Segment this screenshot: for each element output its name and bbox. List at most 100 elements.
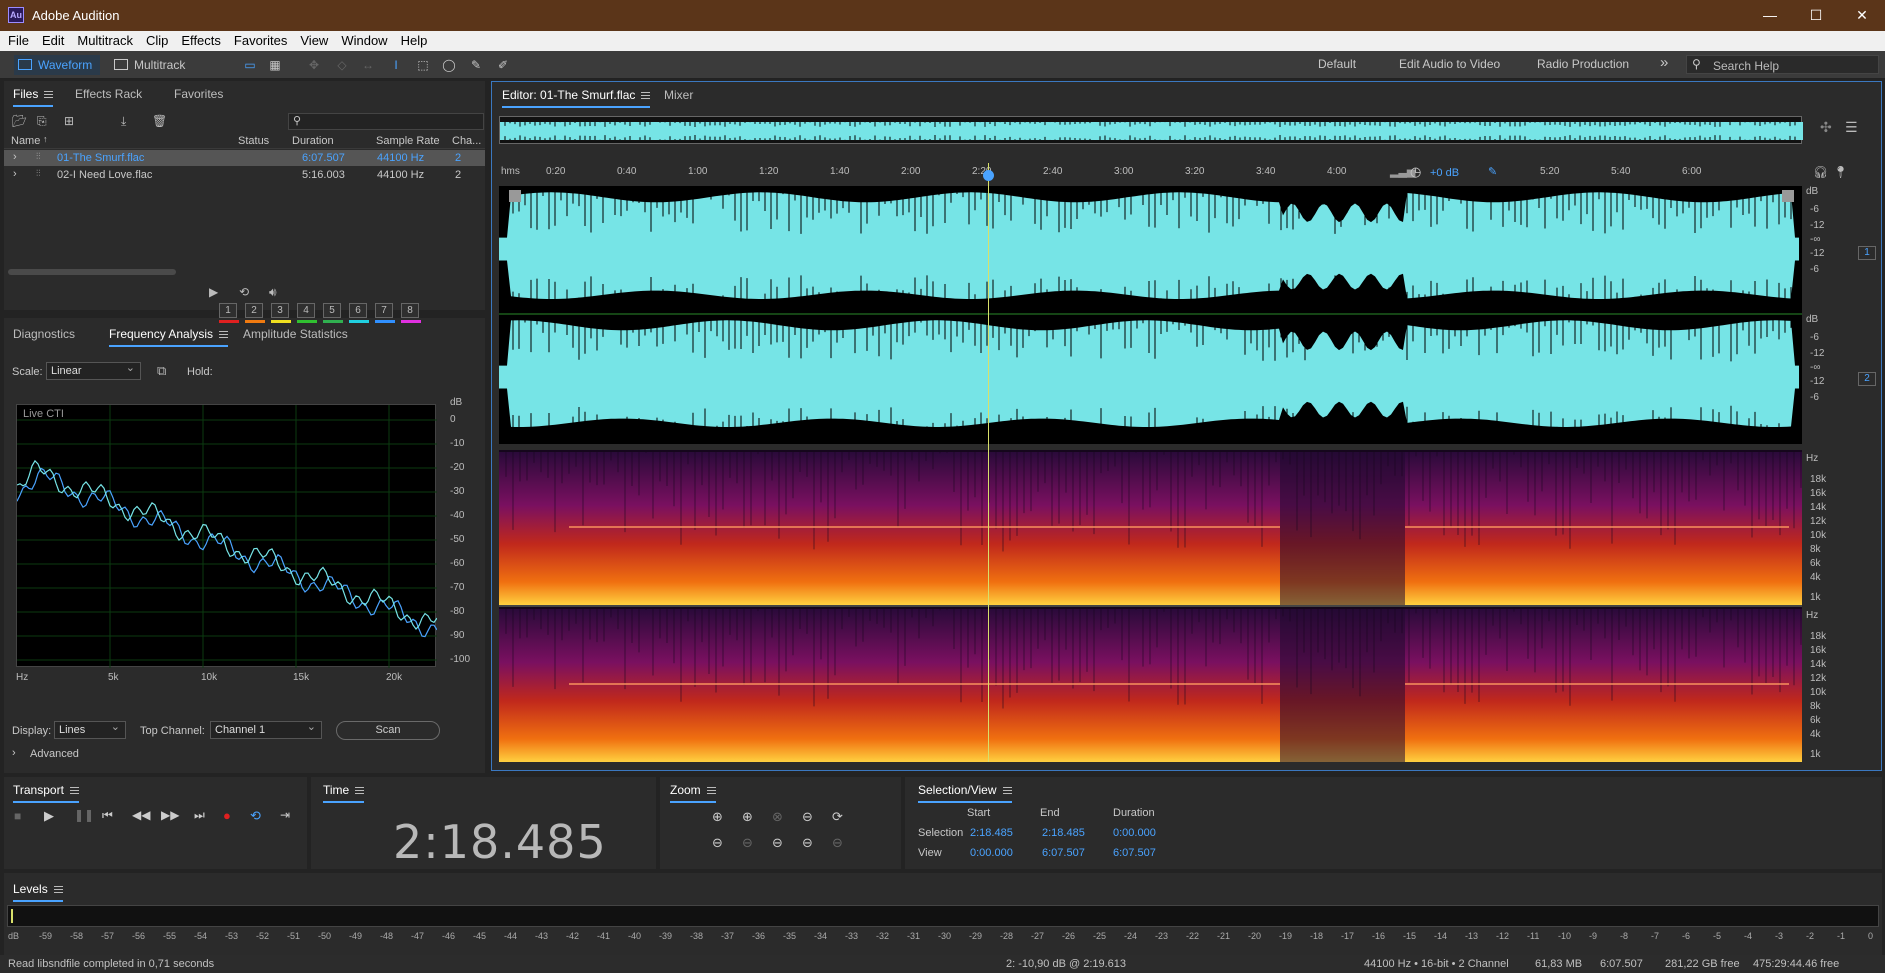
- workspace-default[interactable]: Default: [1318, 57, 1356, 71]
- tab-mixer[interactable]: Mixer: [664, 88, 693, 102]
- loop-icon[interactable]: ⟲: [250, 808, 261, 824]
- spot-healing-tool-icon[interactable]: ✐: [494, 56, 512, 74]
- record-icon[interactable]: ●: [223, 808, 231, 823]
- waveform-view-button[interactable]: Waveform: [14, 55, 100, 75]
- zoom-reset-icon[interactable]: ⟳: [832, 809, 843, 825]
- zoom-out-amplitude-icon[interactable]: ⊖: [712, 835, 723, 851]
- zoom-navigator-icon[interactable]: ✣: [1820, 119, 1832, 136]
- pause-icon[interactable]: ❚❚: [74, 808, 94, 822]
- advanced-expand-icon[interactable]: ›: [12, 747, 16, 759]
- selection-start[interactable]: 2:18.485: [970, 827, 1013, 839]
- zoom-full-icon[interactable]: ⊗: [772, 809, 783, 825]
- close-button[interactable]: ✕: [1839, 4, 1885, 26]
- tab-favorites[interactable]: Favorites: [174, 87, 223, 101]
- fast-forward-icon[interactable]: ▶▶: [161, 808, 179, 822]
- menu-help[interactable]: Help: [393, 31, 433, 48]
- close-file-icon[interactable]: 🗑︎: [152, 114, 167, 128]
- time-ruler[interactable]: hms 0:20 0:40 1:00 1:20 1:40 2:00 2:20 2:40 3:00…: [499, 163, 1802, 183]
- channel-2-toggle[interactable]: 2: [1858, 372, 1876, 386]
- display-select[interactable]: Lines: [54, 720, 126, 739]
- open-file-icon[interactable]: 📂︎: [12, 114, 27, 128]
- multitrack-view-button[interactable]: Multitrack: [110, 55, 185, 75]
- scan-button[interactable]: Scan: [336, 721, 440, 740]
- menu-file[interactable]: File: [0, 31, 34, 48]
- table-row[interactable]: › ⫶⫶ 02-I Need Love.flac 5:16.003 44100 …: [4, 167, 485, 183]
- col-sample-rate[interactable]: Sample Rate: [376, 135, 440, 147]
- spectral-display[interactable]: [499, 450, 1802, 762]
- menu-window[interactable]: Window: [333, 31, 392, 48]
- skip-selection-icon[interactable]: ⇥: [280, 808, 290, 822]
- expand-icon[interactable]: ›: [13, 168, 17, 180]
- hold-button-1[interactable]: 1: [219, 303, 237, 318]
- menu-clip[interactable]: Clip: [138, 31, 173, 48]
- zoom-right-edge-icon[interactable]: ⊖: [802, 835, 813, 851]
- workspace-edit-audio-to-video[interactable]: Edit Audio to Video: [1399, 57, 1500, 71]
- hold-button-7[interactable]: 7: [375, 303, 393, 318]
- menu-view[interactable]: View: [292, 31, 333, 48]
- fade-out-handle-icon[interactable]: [1782, 190, 1794, 202]
- slip-tool-icon[interactable]: ↔: [359, 56, 377, 74]
- col-duration[interactable]: Duration: [292, 135, 334, 147]
- playhead[interactable]: [988, 163, 989, 762]
- overview-navigator[interactable]: [499, 116, 1803, 144]
- volume-value[interactable]: +0 dB: [1430, 167, 1459, 179]
- tab-files[interactable]: Files: [13, 87, 54, 107]
- hold-button-3[interactable]: 3: [271, 303, 289, 318]
- volume-knob-icon[interactable]: ◷: [1410, 164, 1421, 180]
- headphones-icon[interactable]: 🎧︎: [1813, 165, 1828, 179]
- files-horizontal-scrollbar[interactable]: [8, 269, 176, 275]
- top-channel-select[interactable]: Channel 1: [210, 720, 322, 739]
- minimize-button[interactable]: —: [1747, 4, 1793, 26]
- brush-tool-icon[interactable]: ✎: [467, 56, 485, 74]
- workspace-radio-production[interactable]: Radio Production: [1537, 57, 1629, 71]
- view-options-icon[interactable]: ☰: [1845, 119, 1858, 136]
- zoom-in-time-icon[interactable]: ⊕: [742, 809, 753, 825]
- search-help-input[interactable]: ⚲ Search Help: [1686, 55, 1879, 74]
- tab-diagnostics[interactable]: Diagnostics: [13, 327, 75, 341]
- expand-icon[interactable]: ›: [13, 151, 17, 163]
- selection-end[interactable]: 2:18.485: [1042, 827, 1085, 839]
- tab-effects-rack[interactable]: Effects Rack: [75, 87, 142, 101]
- col-status[interactable]: Status: [238, 135, 269, 147]
- preview-volume-icon[interactable]: 🔊︎: [269, 285, 277, 300]
- razor-tool-icon[interactable]: ◇: [333, 56, 351, 74]
- pin-marker-icon[interactable]: 📍︎: [1833, 165, 1848, 179]
- lasso-tool-icon[interactable]: ◯: [440, 56, 458, 74]
- volume-hud[interactable]: ▂▃▅ ◷ +0 dB ✎: [1390, 163, 1500, 183]
- play-icon[interactable]: ▶: [44, 808, 54, 824]
- hold-button-6[interactable]: 6: [349, 303, 367, 318]
- next-icon[interactable]: ⏭︎: [194, 808, 205, 823]
- pin-icon[interactable]: ✎: [1488, 165, 1497, 178]
- hold-button-8[interactable]: 8: [401, 303, 419, 318]
- playhead-handle-icon[interactable]: [983, 170, 994, 181]
- marquee-tool-icon[interactable]: ⬚: [414, 56, 432, 74]
- menu-favorites[interactable]: Favorites: [226, 31, 292, 48]
- col-channels[interactable]: Cha...: [452, 135, 481, 147]
- zoom-out-full-icon[interactable]: ⊖: [832, 835, 843, 851]
- zoom-out-time-icon[interactable]: ⊖: [802, 809, 813, 825]
- menu-edit[interactable]: Edit: [34, 31, 69, 48]
- preview-play-icon[interactable]: ▶: [209, 285, 218, 299]
- hold-button-2[interactable]: 2: [245, 303, 263, 318]
- tab-amplitude-statistics[interactable]: Amplitude Statistics: [243, 327, 348, 341]
- new-file-icon[interactable]: ⊞: [64, 114, 74, 128]
- menu-multitrack[interactable]: Multitrack: [69, 31, 138, 48]
- stop-icon[interactable]: ■: [14, 809, 21, 823]
- rewind-icon[interactable]: ◀◀: [132, 808, 150, 822]
- move-tool-icon[interactable]: ✥: [305, 56, 323, 74]
- previous-icon[interactable]: ⏮︎: [102, 808, 113, 823]
- insert-into-multitrack-icon[interactable]: ⤓: [121, 114, 126, 129]
- menu-effects[interactable]: Effects: [173, 31, 226, 48]
- maximize-button[interactable]: ☐: [1793, 4, 1839, 26]
- time-display[interactable]: 2:18.485: [393, 815, 607, 869]
- show-spectral-icon[interactable]: ▦: [266, 56, 284, 74]
- zoom-left-edge-icon[interactable]: ⊖: [772, 835, 783, 851]
- show-waveform-icon[interactable]: ▭: [241, 56, 259, 74]
- more-workspaces-button[interactable]: »: [1660, 54, 1668, 71]
- time-selection-tool-icon[interactable]: I: [387, 56, 405, 74]
- tab-frequency-analysis[interactable]: Frequency Analysis: [109, 327, 229, 347]
- fade-in-handle-icon[interactable]: [509, 190, 521, 202]
- preview-loop-icon[interactable]: ⟲: [239, 285, 249, 299]
- hold-button-5[interactable]: 5: [323, 303, 341, 318]
- view-start[interactable]: 0:00.000: [970, 847, 1013, 859]
